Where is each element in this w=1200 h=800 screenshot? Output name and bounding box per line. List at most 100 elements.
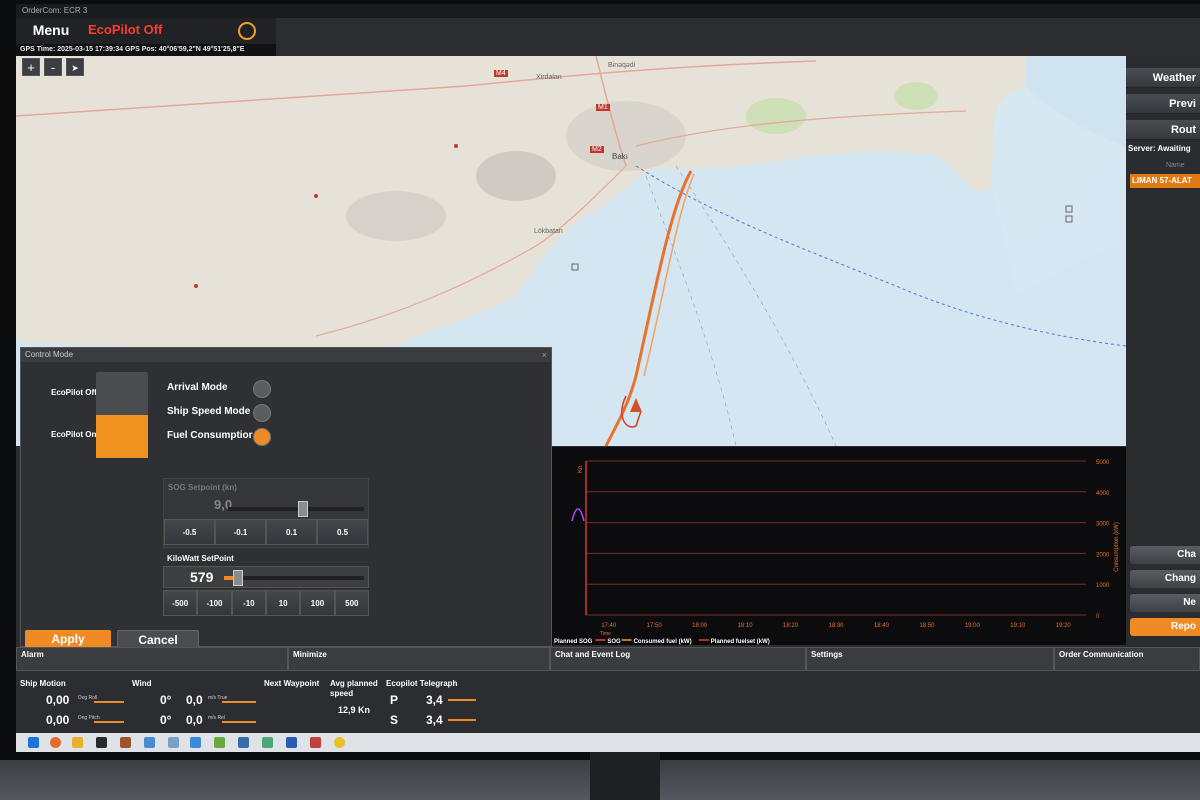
kw-step-button[interactable]: 10 <box>265 590 301 616</box>
chart-right-tick-label: 2000 <box>1096 552 1110 558</box>
map-marker <box>1065 205 1073 213</box>
sog-step-button[interactable]: -0.5 <box>164 519 215 545</box>
sog-slider-track[interactable] <box>228 507 364 511</box>
preview-button[interactable]: Previ <box>1126 94 1200 114</box>
sog-step-button[interactable]: -0.1 <box>215 519 266 545</box>
control-mode-title: Control Mode <box>21 348 551 362</box>
chart-x-tick-label: 17:50 <box>647 623 663 629</box>
app-screen: OrderCom: ECR 3 Menu EcoPilot Off GPS Ti… <box>16 4 1200 752</box>
kw-step-button[interactable]: -10 <box>231 590 266 616</box>
remote-icon[interactable] <box>262 737 273 748</box>
chart-x-tick-label: 18:20 <box>783 623 799 629</box>
sog-step-button[interactable]: 0.1 <box>266 519 317 545</box>
chart-x-tick-label: 18:00 <box>692 623 708 629</box>
tab-order-communication[interactable]: Order Communication <box>1054 647 1200 671</box>
gps-pos-value: 40°06'59,2"N 49°51'25,8"E <box>158 46 245 53</box>
port-telegraph-value: 3,4 <box>426 693 443 707</box>
ecopilot-toggle-fill <box>96 415 148 458</box>
window-icon[interactable] <box>286 737 297 748</box>
gps-pos-label: GPS Pos: <box>124 46 157 53</box>
search-icon[interactable] <box>168 737 179 748</box>
window-title: OrderCom: ECR 3 <box>16 4 1200 18</box>
ecopilot-status-indicator: EcoPilot Off <box>88 22 163 37</box>
ship-speed-mode-label: Ship Speed Mode <box>167 406 251 417</box>
menu-button[interactable]: Menu <box>22 20 80 40</box>
chart-right-tick-label: 4000 <box>1096 491 1110 497</box>
kw-step-button[interactable]: -500 <box>163 590 198 616</box>
ship-speed-mode-radio[interactable] <box>253 404 271 422</box>
chart-button[interactable]: Cha <box>1130 546 1200 564</box>
kw-slider-track[interactable] <box>224 576 364 580</box>
tab-minimize[interactable]: Minimize <box>288 647 550 671</box>
map-label-binagadi: Binəqədi <box>608 62 636 69</box>
change-button[interactable]: Chang <box>1130 570 1200 588</box>
kw-setpoint-label: KiloWatt SetPoint <box>167 554 234 563</box>
status-icon[interactable] <box>334 737 345 748</box>
fuel-consumption-radio[interactable] <box>253 428 271 446</box>
tab-settings[interactable]: Settings <box>806 647 1054 671</box>
tab-alarm[interactable]: Alarm <box>16 647 288 671</box>
apply-changes-button[interactable]: Apply Changes <box>25 630 111 664</box>
chart-x-tick-label: 18:30 <box>828 623 844 629</box>
fuel-chart-panel: 0 1000 2000 3000 4000 5000 17:40 17:50 18:00 18:1… <box>552 447 1126 645</box>
cancel-button[interactable]: Cancel <box>117 630 199 648</box>
ship-motion-label: Ship Motion <box>20 679 66 688</box>
tab-chat-event-log[interactable]: Chat and Event Log <box>550 647 806 671</box>
arrival-mode-radio[interactable] <box>253 380 271 398</box>
pitch-value: 0,00 <box>46 713 70 727</box>
ecopilot-toggle-slider[interactable] <box>96 372 148 458</box>
new-button[interactable]: Ne <box>1130 594 1200 612</box>
zoom-in-button[interactable]: + <box>22 58 40 76</box>
navigate-icon[interactable]: ➤ <box>66 58 84 76</box>
chart-app-icon[interactable] <box>214 737 225 748</box>
map-label-lokbatan: Lökbatan <box>534 228 563 235</box>
gps-status-bar: GPS Time: 2025-03-15 17:39:34 GPS Pos: 4… <box>16 44 276 56</box>
folder-icon[interactable] <box>72 737 83 748</box>
calendar-icon[interactable] <box>310 737 321 748</box>
map-poi <box>194 284 198 288</box>
port-telegraph-indicator <box>448 699 476 701</box>
sog-setpoint-group: SOG Setpoint (kn) 9,0 -0.5 -0.1 0.1 0.5 <box>163 478 369 548</box>
monitor-icon[interactable] <box>144 737 155 748</box>
tools-icon[interactable] <box>120 737 131 748</box>
ecopilot-off-label: EcoPilot Off <box>51 388 97 397</box>
kw-slider-box: 579 <box>163 566 369 588</box>
start-icon[interactable] <box>28 737 39 748</box>
ship-wheel-icon[interactable] <box>238 22 256 40</box>
settings-icon[interactable] <box>238 737 249 748</box>
close-icon[interactable]: × <box>542 348 547 362</box>
bay-water <box>1026 56 1126 146</box>
avg-speed-label: Avg planned speed <box>330 679 378 698</box>
report-button[interactable]: Repo <box>1130 618 1200 636</box>
route-list-item[interactable]: LIMAN 57-ALAT <box>1130 174 1200 188</box>
windows-taskbar <box>16 733 1200 752</box>
chart-legend-label: SOG <box>607 639 621 645</box>
pitch-indicator <box>94 721 124 723</box>
road-label-m4: M4 <box>494 70 508 77</box>
kw-step-button[interactable]: 500 <box>334 590 369 616</box>
starboard-telegraph-indicator <box>448 719 476 721</box>
monitor-stand <box>590 752 660 800</box>
kw-slider-thumb[interactable] <box>233 570 243 586</box>
route-button[interactable]: Rout <box>1126 120 1200 140</box>
route-name-header: Name <box>1166 162 1185 169</box>
chart-right-tick-label: 3000 <box>1096 522 1110 528</box>
zoom-out-button[interactable]: - <box>44 58 62 76</box>
firefox-icon[interactable] <box>50 737 61 748</box>
roll-indicator <box>94 701 124 703</box>
kw-step-buttons: -500 -100 -10 10 100 500 <box>163 590 369 618</box>
green-area <box>746 98 806 134</box>
chart-right-axis-label: Consumption (kW) <box>1114 522 1120 572</box>
network-icon[interactable] <box>190 737 201 748</box>
kw-step-button[interactable]: 100 <box>300 590 335 616</box>
next-waypoint-label: Next Waypoint <box>264 679 320 688</box>
sog-step-button[interactable]: 0.5 <box>317 519 368 545</box>
road-label-m1: M1 <box>596 104 610 111</box>
planned-sog-line <box>571 508 585 522</box>
kw-step-button[interactable]: -100 <box>197 590 232 616</box>
port-label: P <box>390 693 399 707</box>
sog-slider-thumb[interactable] <box>297 501 308 517</box>
app-icon[interactable] <box>96 737 107 748</box>
weather-button[interactable]: Weather <box>1126 68 1200 88</box>
chart-x-tick-label: 18:10 <box>738 623 754 629</box>
